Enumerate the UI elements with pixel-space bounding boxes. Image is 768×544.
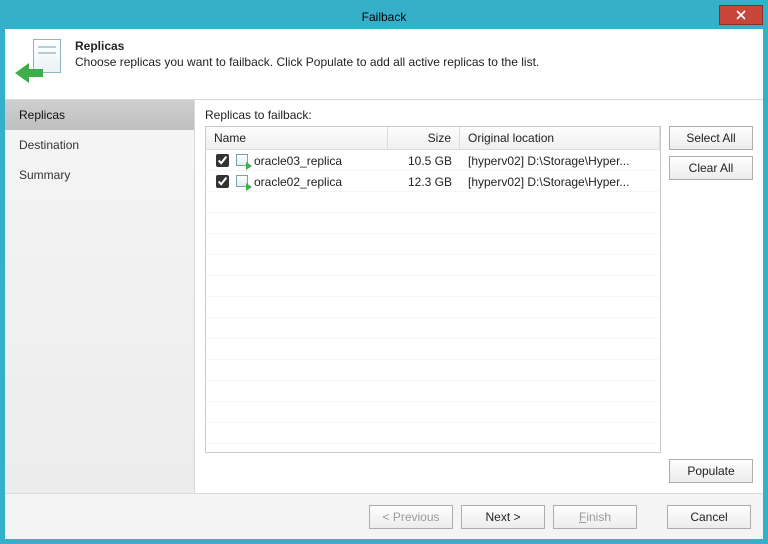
select-all-button[interactable]: Select All (669, 126, 753, 150)
row-checkbox[interactable] (216, 154, 229, 167)
failback-icon (17, 39, 63, 85)
window-title: Failback (5, 10, 763, 24)
vm-icon (236, 175, 250, 189)
row-size: 12.3 GB (388, 175, 460, 189)
populate-button[interactable]: Populate (669, 459, 753, 483)
list-label: Replicas to failback: (205, 108, 753, 122)
wizard-footer: < Previous Next > Finish Cancel (5, 493, 763, 539)
vm-icon (236, 154, 250, 168)
wizard-steps: Replicas Destination Summary (5, 100, 195, 493)
next-button[interactable]: Next > (461, 505, 545, 529)
previous-button: < Previous (369, 505, 453, 529)
finish-button: Finish (553, 505, 637, 529)
row-name: oracle02_replica (254, 175, 342, 189)
column-size[interactable]: Size (388, 127, 460, 149)
titlebar: Failback (5, 5, 763, 29)
row-location: [hyperv02] D:\Storage\Hyper... (460, 175, 660, 189)
sidebar-item-destination[interactable]: Destination (5, 130, 194, 160)
page-title: Replicas (75, 39, 539, 53)
row-name: oracle03_replica (254, 154, 342, 168)
clear-all-button[interactable]: Clear All (669, 156, 753, 180)
row-location: [hyperv02] D:\Storage\Hyper... (460, 154, 660, 168)
sidebar-item-replicas[interactable]: Replicas (5, 100, 194, 130)
row-checkbox[interactable] (216, 175, 229, 188)
table-row[interactable]: oracle03_replica 10.5 GB [hyperv02] D:\S… (206, 150, 660, 171)
page-subtitle: Choose replicas you want to failback. Cl… (75, 55, 539, 69)
replicas-grid[interactable]: Name Size Original location oracle03_rep… (205, 126, 661, 453)
wizard-header: Replicas Choose replicas you want to fai… (5, 29, 763, 99)
close-button[interactable] (719, 5, 763, 25)
column-name[interactable]: Name (206, 127, 388, 149)
column-headers[interactable]: Name Size Original location (206, 127, 660, 150)
row-size: 10.5 GB (388, 154, 460, 168)
cancel-button[interactable]: Cancel (667, 505, 751, 529)
close-icon (736, 10, 746, 20)
column-location[interactable]: Original location (460, 127, 660, 149)
table-row[interactable]: oracle02_replica 12.3 GB [hyperv02] D:\S… (206, 171, 660, 192)
sidebar-item-summary[interactable]: Summary (5, 160, 194, 190)
